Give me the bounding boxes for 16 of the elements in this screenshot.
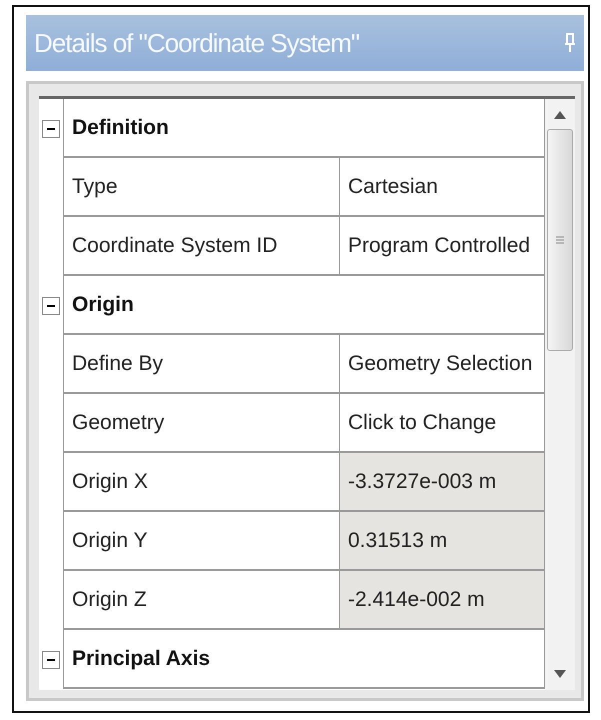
collapse-toggle[interactable] (42, 120, 60, 138)
scrollbar[interactable] (545, 99, 575, 690)
section-header[interactable]: Principal Axis (63, 630, 545, 689)
scroll-thumb[interactable] (547, 129, 573, 351)
collapse-toggle[interactable] (42, 650, 60, 668)
collapse-toggle[interactable] (42, 296, 60, 314)
scroll-up-icon[interactable] (554, 111, 566, 119)
panel-title: Details of "Coordinate System" (34, 28, 360, 58)
scroll-down-icon[interactable] (554, 670, 566, 678)
property-value[interactable]: Geometry Selection (339, 335, 545, 394)
property-value[interactable]: -2.414e-002 m (339, 571, 545, 630)
property-value[interactable]: Click to Change (339, 394, 545, 453)
property-value[interactable]: 0.31513 m (339, 512, 545, 571)
property-value[interactable]: Program Controlled (339, 217, 545, 276)
property-value[interactable]: Cartesian (339, 158, 545, 217)
property-value[interactable]: -3.3727e-003 m (339, 453, 545, 512)
